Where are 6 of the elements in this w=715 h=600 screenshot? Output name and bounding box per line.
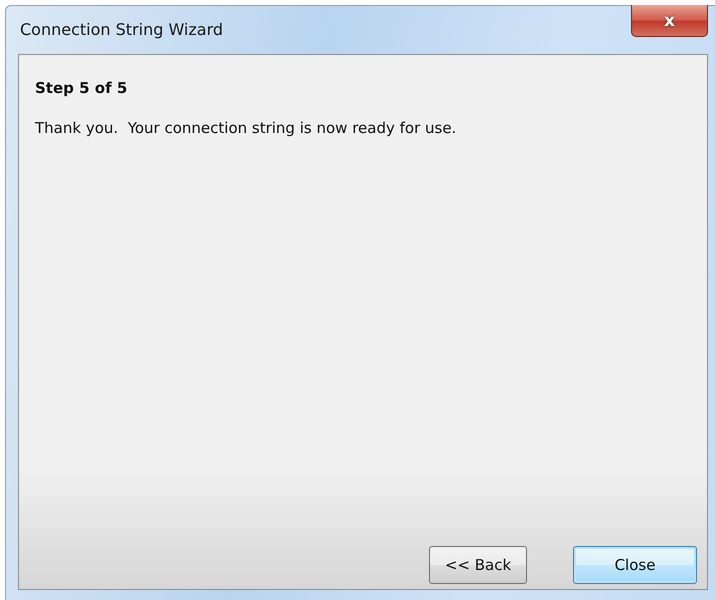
close-icon[interactable]: x (631, 5, 708, 37)
message-text: Thank you. Your connection string is now ready for use. (35, 119, 458, 137)
close-button[interactable]: Close (573, 546, 697, 584)
window-title: Connection String Wizard (20, 20, 224, 39)
back-button[interactable]: << Back (429, 546, 527, 584)
step-heading: Step 5 of 5 (35, 79, 128, 97)
